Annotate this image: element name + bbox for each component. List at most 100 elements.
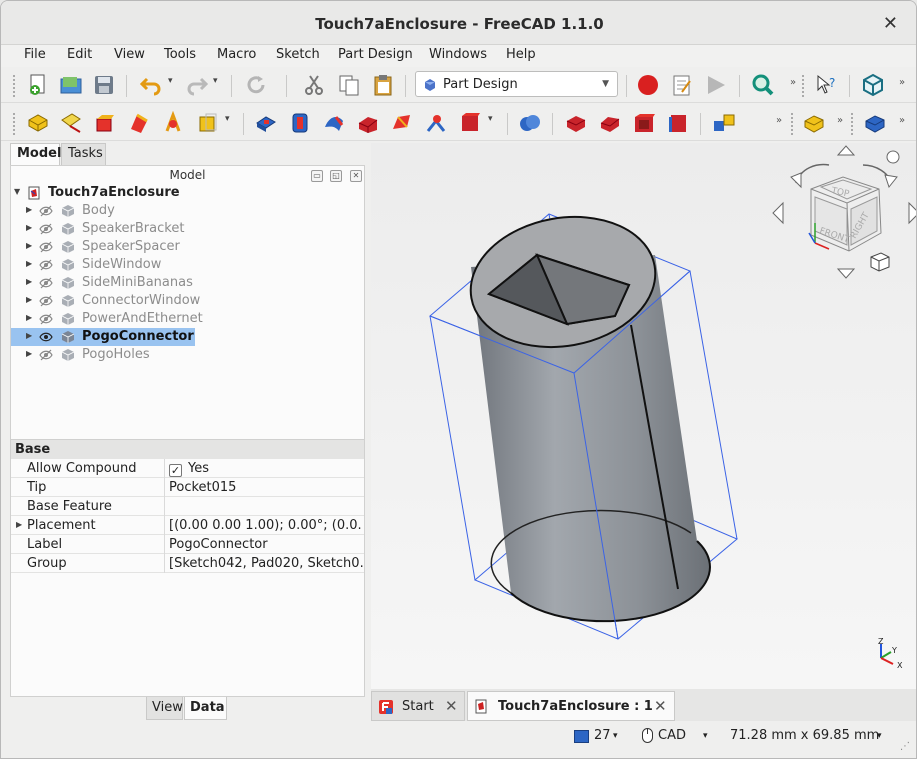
tree-item[interactable]: ▶ ConnectorWindow bbox=[11, 292, 364, 310]
menu-part-design[interactable]: Part Design bbox=[338, 47, 413, 62]
property-row-label[interactable]: Label PogoConnector bbox=[11, 535, 364, 554]
additive-loft-icon[interactable] bbox=[322, 111, 346, 135]
eye-icon[interactable] bbox=[39, 331, 53, 343]
nav-down-arrow-icon[interactable] bbox=[836, 268, 856, 279]
pocket-icon[interactable] bbox=[424, 111, 448, 135]
render-count[interactable]: 27 bbox=[594, 728, 611, 743]
3d-viewport[interactable]: TOP FRONT RIGHT Z Y X bbox=[371, 143, 917, 689]
nav-menu-icon[interactable] bbox=[886, 150, 900, 164]
tree-item[interactable]: ▶ Body bbox=[11, 202, 364, 220]
subtractive-primitive-icon[interactable] bbox=[458, 111, 482, 135]
toolbar-overflow-icon[interactable]: » bbox=[837, 115, 843, 126]
subtractive-dropdown-icon[interactable]: ▾ bbox=[488, 114, 493, 124]
run-macro-icon[interactable] bbox=[704, 73, 728, 97]
chevron-down-icon[interactable]: ▾ bbox=[613, 731, 618, 741]
menu-tools[interactable]: Tools bbox=[164, 47, 196, 62]
expanded-arrow-icon[interactable]: ▼ bbox=[14, 187, 20, 196]
tree-item[interactable]: ▶ SpeakerBracket bbox=[11, 220, 364, 238]
validate-sketch-icon[interactable] bbox=[92, 111, 116, 135]
fit-all-icon[interactable] bbox=[751, 73, 775, 97]
additive-helix-icon[interactable] bbox=[390, 111, 414, 135]
collapsed-arrow-icon[interactable]: ▶ bbox=[26, 349, 32, 358]
tree-item[interactable]: ▶ SpeakerSpacer bbox=[11, 238, 364, 256]
record-macro-icon[interactable] bbox=[636, 73, 660, 97]
collapsed-arrow-icon[interactable]: ▶ bbox=[26, 313, 32, 322]
open-document-icon[interactable] bbox=[59, 73, 83, 97]
macro-editor-icon[interactable] bbox=[670, 73, 694, 97]
restore-icon[interactable]: ◱ bbox=[330, 170, 342, 182]
menu-view[interactable]: View bbox=[114, 47, 145, 62]
attach-sketch-icon[interactable] bbox=[127, 111, 151, 135]
collapsed-arrow-icon[interactable]: ▶ bbox=[26, 205, 32, 214]
chevron-down-icon[interactable]: ▾ bbox=[877, 731, 882, 741]
eye-hidden-icon[interactable] bbox=[39, 277, 53, 289]
tab-view[interactable]: View bbox=[146, 697, 183, 720]
tree-item[interactable]: ▶ SideMiniBananas bbox=[11, 274, 364, 292]
shape-binder-icon[interactable] bbox=[196, 111, 220, 135]
additive-pipe-icon[interactable] bbox=[356, 111, 380, 135]
checkbox-checked-icon[interactable]: ✓ bbox=[169, 464, 182, 477]
redo-dropdown-icon[interactable]: ▾ bbox=[213, 76, 218, 86]
tab-data[interactable]: Data bbox=[184, 697, 227, 720]
eye-hidden-icon[interactable] bbox=[39, 223, 53, 235]
resize-grip-icon[interactable]: ⋰ bbox=[900, 741, 910, 752]
property-row-group[interactable]: Group [Sketch042, Pad020, Sketch0... bbox=[11, 554, 364, 573]
3d-scene[interactable]: TOP FRONT RIGHT Z Y X bbox=[371, 143, 917, 689]
close-panel-icon[interactable]: ✕ bbox=[350, 170, 362, 182]
collapsed-arrow-icon[interactable]: ▶ bbox=[26, 277, 32, 286]
boolean-icon[interactable] bbox=[518, 111, 542, 135]
minimize-icon[interactable]: ▭ bbox=[311, 170, 323, 182]
tab-start[interactable]: Start ✕ bbox=[371, 691, 465, 721]
eye-hidden-icon[interactable] bbox=[39, 259, 53, 271]
collapsed-arrow-icon[interactable]: ▶ bbox=[26, 295, 32, 304]
toolbar-grip[interactable] bbox=[13, 75, 17, 97]
revolution-icon[interactable] bbox=[288, 111, 312, 135]
undo-dropdown-icon[interactable]: ▾ bbox=[168, 76, 173, 86]
nav-right-arrow-icon[interactable] bbox=[908, 201, 917, 225]
property-row-tip[interactable]: Tip Pocket015 bbox=[11, 478, 364, 497]
refresh-icon[interactable] bbox=[244, 73, 268, 97]
close-tab-icon[interactable]: ✕ bbox=[654, 697, 667, 715]
chevron-down-icon[interactable]: ▾ bbox=[703, 731, 708, 741]
fillet-icon[interactable] bbox=[564, 111, 588, 135]
toolbar-overflow-icon[interactable]: » bbox=[790, 77, 796, 88]
toolbar-overflow-icon[interactable]: » bbox=[776, 115, 782, 126]
paste-icon[interactable] bbox=[371, 73, 395, 97]
property-value[interactable]: [(0.00 0.00 1.00); 0.00°; (0.0... bbox=[169, 518, 363, 533]
draft-icon[interactable] bbox=[632, 111, 656, 135]
mirrored-icon[interactable] bbox=[712, 111, 736, 135]
menu-file[interactable]: File bbox=[24, 47, 46, 62]
eye-hidden-icon[interactable] bbox=[39, 313, 53, 325]
redo-icon[interactable] bbox=[185, 73, 209, 97]
navigation-cube[interactable]: TOP FRONT RIGHT bbox=[772, 145, 917, 279]
collapsed-arrow-icon[interactable]: ▶ bbox=[26, 331, 32, 340]
save-icon[interactable] bbox=[92, 73, 116, 97]
copy-icon[interactable] bbox=[337, 73, 361, 97]
pad-icon[interactable] bbox=[254, 111, 278, 135]
collapsed-arrow-icon[interactable]: ▶ bbox=[26, 223, 32, 232]
property-value[interactable]: PogoConnector bbox=[169, 537, 363, 552]
property-row-placement[interactable]: ▶ Placement [(0.00 0.00 1.00); 0.00°; (0… bbox=[11, 516, 364, 535]
property-value[interactable]: Pocket015 bbox=[169, 480, 363, 495]
shape-binder-dropdown-icon[interactable]: ▾ bbox=[225, 114, 230, 124]
property-row-allow-compound[interactable]: Allow Compound ✓ Yes bbox=[11, 459, 364, 478]
eye-hidden-icon[interactable] bbox=[39, 295, 53, 307]
tab-model[interactable]: Model bbox=[10, 143, 61, 165]
menu-windows[interactable]: Windows bbox=[429, 47, 487, 62]
cut-icon[interactable] bbox=[302, 73, 326, 97]
datum-plane-icon[interactable] bbox=[802, 111, 826, 135]
whats-this-icon[interactable]: ? bbox=[815, 73, 839, 97]
nav-up-arrow-icon[interactable] bbox=[836, 145, 856, 156]
view-menu-cube-icon[interactable] bbox=[870, 252, 890, 272]
toolbar-overflow-icon[interactable]: » bbox=[899, 77, 905, 88]
tree-item[interactable]: ▶ PogoConnector bbox=[11, 328, 364, 346]
tab-document[interactable]: Touch7aEnclosure : 1 ✕ bbox=[467, 691, 675, 721]
eye-hidden-icon[interactable] bbox=[39, 349, 53, 361]
menu-help[interactable]: Help bbox=[506, 47, 536, 62]
navigation-style[interactable]: CAD bbox=[658, 728, 686, 743]
eye-hidden-icon[interactable] bbox=[39, 205, 53, 217]
close-icon[interactable]: ✕ bbox=[883, 13, 898, 34]
chamfer-icon[interactable] bbox=[598, 111, 622, 135]
property-row-base-feature[interactable]: Base Feature bbox=[11, 497, 364, 516]
collapsed-arrow-icon[interactable]: ▶ bbox=[26, 259, 32, 268]
